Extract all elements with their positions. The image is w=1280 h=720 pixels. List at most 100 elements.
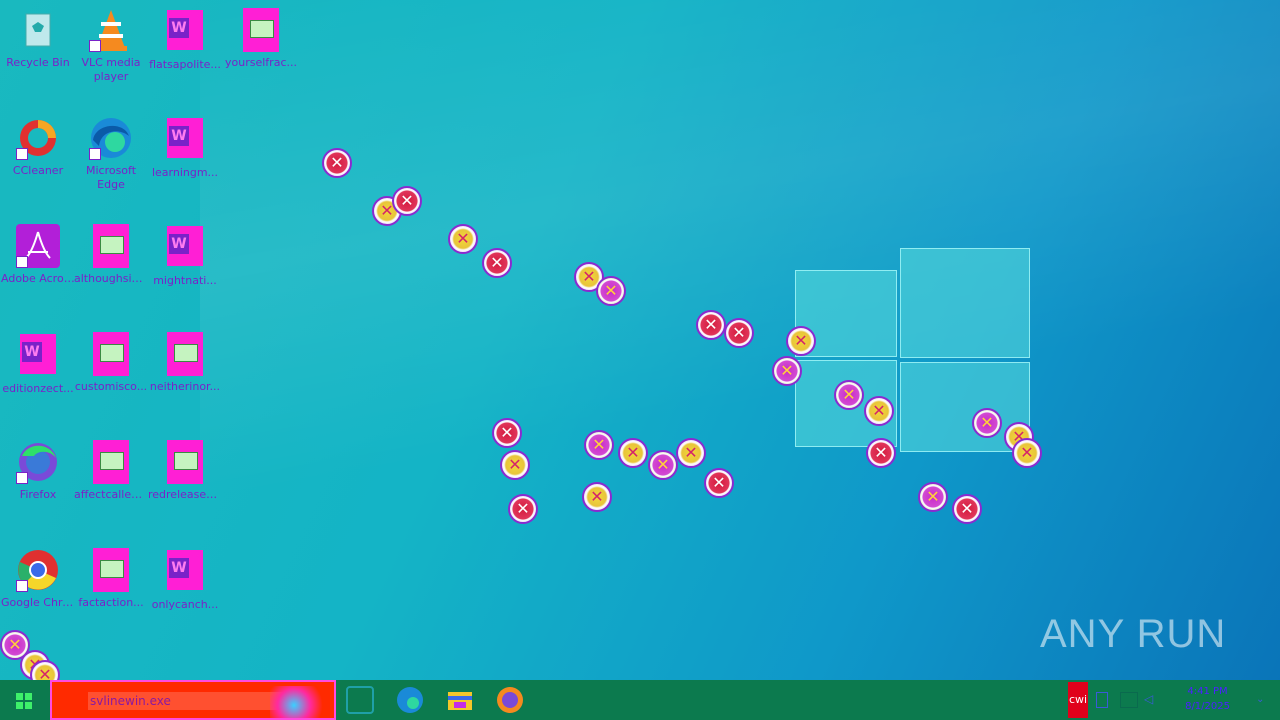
volume-icon[interactable]: ◁ <box>1144 692 1160 706</box>
chrome-icon <box>16 548 60 592</box>
desktop-icon-label: editionzect... <box>2 382 74 395</box>
anyrun-watermark: ANY RUN <box>1040 612 1227 656</box>
desktop-icon-redreleasec[interactable]: redreleasec... <box>148 440 222 502</box>
desktop-icon-recycle-bin[interactable]: Recycle Bin <box>1 8 75 70</box>
error-x-icon: ✕ <box>584 430 614 460</box>
desktop-icon-customisco[interactable]: customisco... <box>74 332 148 394</box>
image-file-icon <box>89 548 133 592</box>
desktop-icon-label: Google Chrome <box>1 596 75 609</box>
image-file-icon <box>163 440 207 484</box>
error-x-icon: ✕ <box>834 380 864 410</box>
taskbar: cwi ◁ 4:41 PM 8/1/2025 ⌄ <box>0 680 1280 720</box>
firefox-icon[interactable] <box>496 686 524 714</box>
firefox-icon <box>16 440 60 484</box>
error-x-icon: ✕ <box>972 408 1002 438</box>
search-highlight-art <box>270 686 330 718</box>
error-x-icon: ✕ <box>648 450 678 480</box>
error-x-icon: ✕ <box>724 318 754 348</box>
error-x-icon: ✕ <box>392 186 422 216</box>
tray-chevron-icon[interactable] <box>1096 692 1108 708</box>
error-x-icon: ✕ <box>482 248 512 278</box>
word-document-icon <box>163 550 207 594</box>
desktop-icon-label: CCleaner <box>12 164 64 177</box>
desktop-icon-label: flatsapolite... <box>149 58 221 71</box>
desktop-icon-learningm[interactable]: learningm... <box>148 116 222 180</box>
start-button[interactable] <box>0 680 48 720</box>
vlc-cone-icon <box>89 8 133 52</box>
desktop-icon-adobe-acrobat[interactable]: Adobe Acrobat <box>1 224 75 286</box>
word-document-icon <box>163 226 207 270</box>
image-file-icon <box>89 224 133 268</box>
error-x-icon: ✕ <box>864 396 894 426</box>
desktop-icon-google-chrome[interactable]: Google Chrome <box>1 548 75 610</box>
system-tray: cwi ◁ 4:41 PM 8/1/2025 ⌄ <box>1068 680 1280 720</box>
task-view-icon[interactable] <box>346 686 374 714</box>
error-x-icon: ✕ <box>696 310 726 340</box>
clock-time: 4:41 PM <box>1187 686 1228 697</box>
clock[interactable]: 4:41 PM 8/1/2025 <box>1185 684 1230 714</box>
desktop-icon-label: Recycle Bin <box>6 56 70 69</box>
desktop-icon-firefox[interactable]: Firefox <box>1 440 75 502</box>
adobe-acrobat-icon <box>16 224 60 268</box>
error-x-icon: ✕ <box>952 494 982 524</box>
desktop-icon-vlc[interactable]: VLC media player <box>74 8 148 84</box>
desktop-icon-ccleaner[interactable]: CCleaner <box>1 116 75 178</box>
error-x-icon: ✕ <box>322 148 352 178</box>
error-x-icon: ✕ <box>786 326 816 356</box>
desktop-icon-label: onlycanch... <box>151 598 219 611</box>
desktop-icon-label: learningm... <box>151 166 219 179</box>
word-document-icon <box>16 334 60 378</box>
error-x-icon: ✕ <box>618 438 648 468</box>
desktop-icon-label: mightnati... <box>153 274 217 287</box>
error-x-icon: ✕ <box>1012 438 1042 468</box>
desktop-icon-label: Adobe Acrobat <box>1 272 75 285</box>
desktop-icon-onlycanch[interactable]: onlycanch... <box>148 548 222 612</box>
word-document-icon <box>163 10 207 54</box>
file-explorer-icon[interactable] <box>446 686 474 714</box>
recycle-bin-icon <box>16 8 60 52</box>
error-x-icon: ✕ <box>596 276 626 306</box>
desktop-icon-label: yourselfrac... <box>225 56 297 69</box>
clock-date: 8/1/2025 <box>1185 701 1230 712</box>
taskbar-search-box[interactable] <box>50 680 336 720</box>
edge-icon[interactable] <box>396 686 424 714</box>
desktop-icon-label: redreleasec... <box>148 488 222 501</box>
desktop-icon-affectcalled[interactable]: affectcalled... <box>74 440 148 502</box>
desktop-icon-microsoft-edge[interactable]: Microsoft Edge <box>74 116 148 192</box>
desktop-icon-yourselfrac[interactable]: yourselfrac... <box>224 8 298 70</box>
desktop-icon-flatsapolite[interactable]: flatsapolite... <box>148 8 222 72</box>
image-file-icon <box>163 332 207 376</box>
desktop-icon-althoughsin[interactable]: althoughsin... <box>74 224 148 286</box>
desktop-icon-label: factaction... <box>78 596 144 609</box>
edge-icon <box>89 116 133 160</box>
desktop-icon-label: Microsoft Edge <box>85 164 137 191</box>
search-input[interactable] <box>88 692 292 710</box>
notifications-icon[interactable]: ⌄ <box>1256 694 1270 706</box>
desktop-icon-neitherinor[interactable]: neitherinor... <box>148 332 222 394</box>
error-x-icon: ✕ <box>772 356 802 386</box>
error-x-icon: ✕ <box>448 224 478 254</box>
desktop-icon-label: althoughsin... <box>74 272 148 285</box>
error-x-icon: ✕ <box>918 482 948 512</box>
desktop-icon-label: Firefox <box>19 488 57 501</box>
error-x-icon: ✕ <box>500 450 530 480</box>
error-x-icon: ✕ <box>866 438 896 468</box>
image-file-icon <box>239 8 283 52</box>
error-x-icon: ✕ <box>492 418 522 448</box>
word-document-icon <box>163 118 207 162</box>
language-indicator[interactable]: cwi <box>1068 682 1088 718</box>
image-file-icon <box>89 440 133 484</box>
ccleaner-icon <box>16 116 60 160</box>
desktop-icon-label: neitherinor... <box>149 380 221 393</box>
desktop-icon-label: affectcalled... <box>74 488 148 501</box>
desktop-icon-mightnati[interactable]: mightnati... <box>148 224 222 288</box>
desktop-icon-label: VLC media player <box>81 56 141 83</box>
network-icon[interactable] <box>1120 692 1138 708</box>
desktop-icon-label: customisco... <box>74 380 148 393</box>
desktop-icon-factaction[interactable]: factaction... <box>74 548 148 610</box>
error-x-icon: ✕ <box>582 482 612 512</box>
image-file-icon <box>89 332 133 376</box>
error-x-icon: ✕ <box>704 468 734 498</box>
desktop-icon-editionzect[interactable]: editionzect... <box>1 332 75 396</box>
error-x-icon: ✕ <box>676 438 706 468</box>
